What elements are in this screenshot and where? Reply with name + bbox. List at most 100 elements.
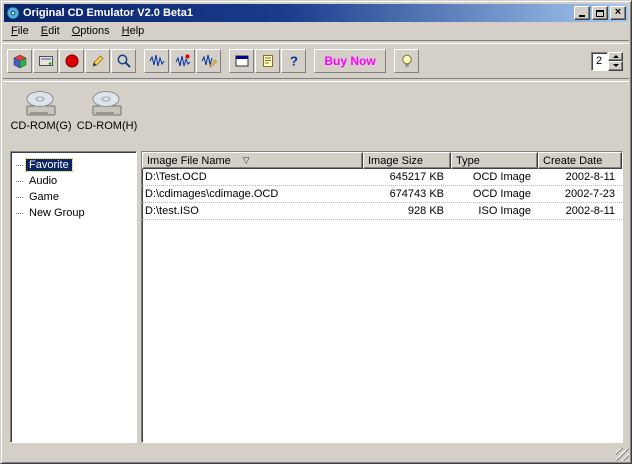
menu-edit[interactable]: Edit	[35, 23, 66, 39]
cdrom-drive-icon	[87, 86, 127, 120]
notes-icon	[260, 53, 276, 69]
cell-type: OCD Image	[451, 188, 538, 200]
tree-item-label: New Group	[26, 207, 88, 219]
menubar: File Edit Options Help	[4, 22, 628, 40]
list-header: Image File Name ▽ Image Size Type Create…	[142, 152, 622, 169]
column-header-image-file-name[interactable]: Image File Name ▽	[142, 152, 363, 169]
table-row[interactable]: D:\cdimages\cdimage.OCD 674743 KB OCD Im…	[142, 186, 622, 203]
column-label: Image File Name	[147, 155, 231, 167]
main-area: Favorite Audio Game New Group Image File…	[4, 146, 628, 445]
cell-image-file-name: D:\Test.OCD	[142, 171, 363, 183]
minimize-icon	[579, 15, 585, 17]
spinner-value[interactable]: 2	[591, 52, 608, 71]
waveform-icon	[149, 53, 165, 69]
help-icon: ?	[286, 53, 302, 69]
window-view-button[interactable]	[229, 49, 254, 73]
maximize-button[interactable]	[592, 6, 608, 20]
toolbar-separator	[137, 49, 144, 73]
cell-image-file-name: D:\cdimages\cdimage.OCD	[142, 188, 363, 200]
tree-item-label: Audio	[26, 175, 60, 187]
virtual-cd-icon	[12, 53, 28, 69]
tree-line	[16, 181, 23, 182]
waveform-button[interactable]	[144, 49, 169, 73]
app-window: Original CD Emulator V2.0 Beta1 × File E…	[0, 0, 632, 464]
toolbar-separator	[387, 49, 394, 73]
maximize-icon	[596, 10, 604, 17]
down-arrow-icon	[613, 64, 619, 67]
column-label: Type	[456, 155, 480, 167]
status-bar	[4, 447, 628, 460]
menu-options[interactable]: Options	[66, 23, 116, 39]
close-button[interactable]: ×	[610, 6, 626, 20]
cell-create-date: 2002-8-11	[538, 205, 622, 217]
tree-item-new-group[interactable]: New Group	[12, 205, 135, 221]
drive-cdrom-h[interactable]: CD-ROM(H)	[76, 86, 138, 132]
cell-type: OCD Image	[451, 171, 538, 183]
search-button[interactable]	[111, 49, 136, 73]
table-row[interactable]: D:\test.ISO 928 KB ISO Image 2002-8-11	[142, 203, 622, 220]
stop-button[interactable]	[59, 49, 84, 73]
resize-grip[interactable]	[616, 448, 629, 461]
notes-button[interactable]	[255, 49, 280, 73]
waveform-record-button[interactable]	[170, 49, 195, 73]
column-label: Image Size	[368, 155, 423, 167]
tree-item-label: Game	[26, 191, 62, 203]
tree-item-game[interactable]: Game	[12, 189, 135, 205]
menu-help[interactable]: Help	[116, 23, 151, 39]
window-title: Original CD Emulator V2.0 Beta1	[23, 7, 572, 19]
drive-device-icon	[38, 53, 54, 69]
table-row[interactable]: D:\Test.OCD 645217 KB OCD Image 2002-8-1…	[142, 169, 622, 186]
menu-file[interactable]: File	[5, 23, 35, 39]
drive-cdrom-g[interactable]: CD-ROM(G)	[10, 86, 72, 132]
help-button[interactable]: ?	[281, 49, 306, 73]
column-header-create-date[interactable]: Create Date	[538, 152, 622, 169]
list-body: D:\Test.OCD 645217 KB OCD Image 2002-8-1…	[142, 169, 622, 442]
cell-type: ISO Image	[451, 205, 538, 217]
toolbar-separator	[222, 49, 229, 73]
titlebar[interactable]: Original CD Emulator V2.0 Beta1 ×	[4, 4, 628, 22]
spinner-down-button[interactable]	[608, 61, 623, 71]
cell-image-size: 645217 KB	[363, 171, 451, 183]
window-icon	[234, 53, 250, 69]
drive-count-spinner[interactable]: 2	[591, 52, 623, 71]
buy-now-button[interactable]: Buy Now	[314, 49, 386, 73]
spinner-buttons	[608, 52, 623, 71]
lightbulb-icon	[399, 53, 415, 69]
spinner-up-button[interactable]	[608, 52, 623, 62]
column-label: Create Date	[543, 155, 602, 167]
waveform-record-icon	[175, 53, 191, 69]
search-icon	[116, 53, 132, 69]
column-header-image-size[interactable]: Image Size	[363, 152, 451, 169]
drive-label: CD-ROM(H)	[77, 120, 137, 132]
edit-icon	[90, 53, 106, 69]
waveform-edit-button[interactable]	[196, 49, 221, 73]
virtual-cd-button[interactable]	[7, 49, 32, 73]
cell-image-size: 928 KB	[363, 205, 451, 217]
tree-item-audio[interactable]: Audio	[12, 173, 135, 189]
minimize-button[interactable]	[574, 6, 590, 20]
up-arrow-icon	[613, 55, 619, 58]
cell-image-file-name: D:\test.ISO	[142, 205, 363, 217]
drive-label: CD-ROM(G)	[10, 120, 71, 132]
toolbar: ? Buy Now 2	[4, 44, 628, 78]
group-tree-panel: Favorite Audio Game New Group	[10, 151, 137, 443]
tree-item-label: Favorite	[26, 159, 72, 171]
image-list-panel: Image File Name ▽ Image Size Type Create…	[141, 151, 623, 443]
column-header-type[interactable]: Type	[451, 152, 538, 169]
edit-button[interactable]	[85, 49, 110, 73]
cell-create-date: 2002-7-23	[538, 188, 622, 200]
cdrom-drive-icon	[21, 86, 61, 120]
cell-create-date: 2002-8-11	[538, 171, 622, 183]
drive-strip: CD-ROM(G) CD-ROM(H)	[4, 82, 628, 146]
drive-device-button[interactable]	[33, 49, 58, 73]
cell-image-size: 674743 KB	[363, 188, 451, 200]
sort-indicator-icon: ▽	[243, 155, 250, 166]
tree-line	[16, 165, 23, 166]
waveform-edit-icon	[201, 53, 217, 69]
close-icon: ×	[615, 7, 621, 18]
stop-icon	[64, 53, 80, 69]
tip-button[interactable]	[394, 49, 419, 73]
app-icon	[6, 6, 20, 20]
tree-item-favorite[interactable]: Favorite	[12, 157, 135, 173]
tree-line	[16, 213, 23, 214]
